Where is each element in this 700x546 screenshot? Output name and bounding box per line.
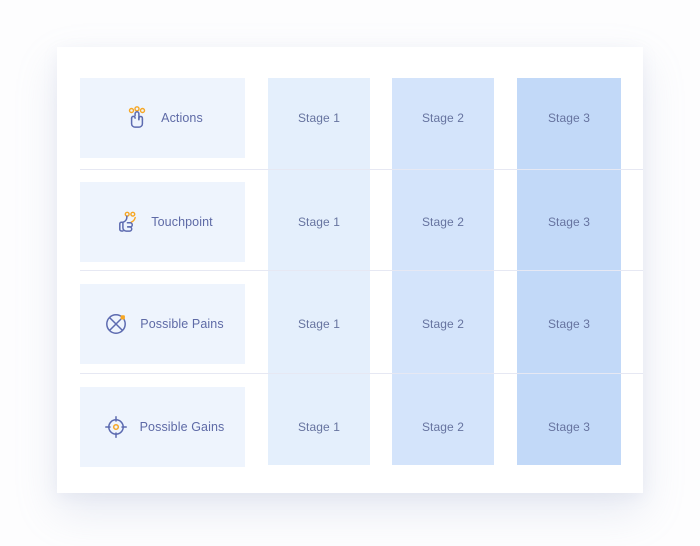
stage-column-stage-1[interactable] [268, 78, 370, 465]
stage-column-stage-2[interactable] [392, 78, 494, 465]
stage-column-stage-3[interactable] [517, 78, 621, 465]
row-label-cell-actions[interactable]: Actions [80, 78, 245, 158]
row-divider [80, 373, 643, 374]
target-crosshair-icon [101, 412, 131, 442]
row-label-cell-touchpoint[interactable]: Touchpoint [80, 182, 245, 262]
thumbs-up-icon [112, 207, 142, 237]
row-label-text: Touchpoint [151, 215, 213, 229]
tap-hand-icon [122, 103, 152, 133]
row-label-cell-possible-pains[interactable]: Possible Pains [80, 284, 245, 364]
row-label-text: Possible Gains [139, 420, 225, 434]
row-divider [80, 270, 643, 271]
circle-cross-icon [101, 309, 131, 339]
row-label-cell-possible-gains[interactable]: Possible Gains [80, 387, 245, 467]
row-label-text: Actions [161, 111, 203, 125]
row-label-text: Possible Pains [140, 317, 224, 331]
journey-map-card: Actions Stage 1 Stage 2 Stage 3 Touchpoi… [57, 47, 643, 493]
row-divider [80, 169, 643, 170]
